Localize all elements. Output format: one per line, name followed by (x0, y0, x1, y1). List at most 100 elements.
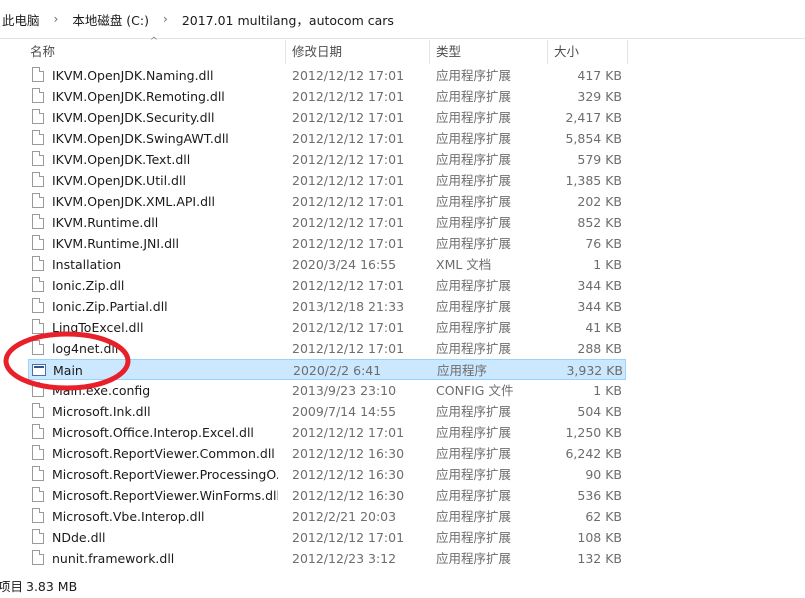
file-type: 应用程序扩展 (436, 278, 512, 293)
dll-file-icon: dll-file-icon (32, 529, 44, 544)
file-date: 2013/9/23 23:10 (292, 383, 397, 398)
file-type: 应用程序扩展 (436, 152, 512, 167)
file-size: 76 KB (585, 236, 622, 251)
file-type: 应用程序扩展 (436, 530, 512, 545)
file-type: 应用程序扩展 (436, 446, 512, 461)
file-size: 3,932 KB (566, 363, 623, 378)
file-row[interactable]: dll-file-icon IKVM.OpenJDK.XML.API.dll 201… (28, 191, 626, 212)
file-name: Main (53, 363, 83, 378)
file-row[interactable]: application-icon Main 2020/2/2 6:41 应用程序 3,9… (28, 359, 626, 380)
file-size: 62 KB (585, 509, 622, 524)
file-type: 应用程序扩展 (436, 320, 512, 335)
file-row[interactable]: config-file-icon Main.exe.config 2013/9/23… (28, 380, 626, 401)
file-name: Installation (52, 257, 122, 272)
file-date: 2012/12/12 17:01 (292, 215, 405, 230)
config-file-icon: config-file-icon (32, 382, 44, 397)
chevron-right-icon[interactable]: › (151, 12, 180, 26)
file-size: 344 KB (577, 299, 622, 314)
breadcrumb-local-disk[interactable]: 本地磁盘 (C:) (70, 10, 151, 29)
file-name: IKVM.OpenJDK.Remoting.dll (52, 89, 225, 104)
file-row[interactable]: dll-file-icon Microsoft.ReportViewer.Comm… (28, 443, 626, 464)
file-row[interactable]: dll-file-icon Ionic.Zip.dll 2012/12/12 17:… (28, 275, 626, 296)
file-name: log4net.dll (52, 341, 119, 356)
file-name: IKVM.OpenJDK.SwingAWT.dll (52, 131, 229, 146)
dll-file-icon: dll-file-icon (32, 214, 44, 229)
file-size: 579 KB (577, 152, 622, 167)
file-type: 应用程序扩展 (436, 341, 512, 356)
file-size: 417 KB (577, 68, 622, 83)
file-date: 2012/12/12 17:01 (292, 131, 405, 146)
file-type: 应用程序扩展 (436, 215, 512, 230)
status-selection-size: 3.83 MB (26, 579, 78, 594)
dll-file-icon: dll-file-icon (32, 466, 44, 481)
xml-file-icon: xml-file-icon (32, 256, 44, 271)
file-size: 202 KB (577, 194, 622, 209)
file-size: 1,385 KB (565, 173, 622, 188)
file-row[interactable]: dll-file-icon Microsoft.ReportViewer.WinF… (28, 485, 626, 506)
file-size: 108 KB (577, 530, 622, 545)
file-row[interactable]: dll-file-icon IKVM.OpenJDK.Remoting.dll 20… (28, 86, 626, 107)
column-header-size[interactable]: 大小 (548, 40, 628, 64)
dll-file-icon: dll-file-icon (32, 109, 44, 124)
dll-file-icon: dll-file-icon (32, 487, 44, 502)
file-type: 应用程序 (437, 363, 488, 378)
file-size: 329 KB (577, 89, 622, 104)
file-row[interactable]: dll-file-icon LinqToExcel.dll 2012/12/12 1… (28, 317, 626, 338)
file-date: 2012/12/12 17:01 (292, 152, 405, 167)
file-date: 2012/12/12 17:01 (292, 530, 405, 545)
file-row[interactable]: dll-file-icon IKVM.Runtime.dll 2012/12/12 … (28, 212, 626, 233)
file-row[interactable]: dll-file-icon Ionic.Zip.Partial.dll 2013/1… (28, 296, 626, 317)
column-header-type[interactable]: 类型 (430, 40, 548, 64)
file-size: 5,854 KB (565, 131, 622, 146)
application-icon: application-icon (32, 364, 46, 376)
file-row[interactable]: dll-file-icon IKVM.OpenJDK.Security.dll 20… (28, 107, 626, 128)
dll-file-icon: dll-file-icon (32, 193, 44, 208)
file-row[interactable]: dll-file-icon IKVM.OpenJDK.Naming.dll 2012… (28, 65, 626, 86)
file-date: 2020/2/2 6:41 (293, 363, 382, 378)
file-name: IKVM.Runtime.JNI.dll (52, 236, 179, 251)
file-row[interactable]: dll-file-icon Microsoft.Office.Interop.Ex… (28, 422, 626, 443)
file-size: 2,417 KB (565, 110, 622, 125)
file-type: 应用程序扩展 (436, 509, 512, 524)
file-type: 应用程序扩展 (436, 194, 512, 209)
dll-file-icon: dll-file-icon (32, 445, 44, 460)
file-size: 1 KB (593, 383, 622, 398)
file-size: 536 KB (577, 488, 622, 503)
dll-file-icon: dll-file-icon (32, 340, 44, 355)
chevron-right-icon[interactable]: › (42, 12, 71, 26)
file-row[interactable]: dll-file-icon Microsoft.Ink.dll 2009/7/14 … (28, 401, 626, 422)
file-row[interactable]: dll-file-icon IKVM.Runtime.JNI.dll 2012/12… (28, 233, 626, 254)
file-name: Microsoft.ReportViewer.WinForms.dll (52, 488, 278, 503)
file-row[interactable]: dll-file-icon IKVM.OpenJDK.Util.dll 2012/1… (28, 170, 626, 191)
file-size: 288 KB (577, 341, 622, 356)
file-row[interactable]: dll-file-icon Microsoft.ReportViewer.Proc… (28, 464, 626, 485)
file-row[interactable]: dll-file-icon log4net.dll 2012/12/12 17:01… (28, 338, 626, 359)
file-row[interactable]: dll-file-icon nunit.framework.dll 2012/12/… (28, 548, 626, 569)
address-bar[interactable]: 此电脑 › 本地磁盘 (C:) › 2017.01 multilang，auto… (0, 0, 805, 39)
file-name: Microsoft.Office.Interop.Excel.dll (52, 425, 254, 440)
file-size: 1,250 KB (565, 425, 622, 440)
file-type: 应用程序扩展 (436, 68, 512, 83)
breadcrumb-current-folder[interactable]: 2017.01 multilang，autocom cars (180, 10, 396, 29)
column-header-date[interactable]: 修改日期 (286, 40, 430, 64)
status-bar: 项目 3.83 MB (0, 576, 805, 598)
file-row[interactable]: dll-file-icon Microsoft.Vbe.Interop.dll 20… (28, 506, 626, 527)
file-row[interactable]: dll-file-icon IKVM.OpenJDK.Text.dll 2012/1… (28, 149, 626, 170)
file-type: 应用程序扩展 (436, 299, 512, 314)
file-name: Microsoft.ReportViewer.ProcessingO... (52, 467, 278, 482)
file-name: Ionic.Zip.dll (52, 278, 125, 293)
file-name: IKVM.OpenJDK.Security.dll (52, 110, 215, 125)
dll-file-icon: dll-file-icon (32, 151, 44, 166)
file-name: IKVM.OpenJDK.Text.dll (52, 152, 191, 167)
file-name: NDde.dll (52, 530, 106, 545)
file-row[interactable]: dll-file-icon NDde.dll 2012/12/12 17:01 应用程… (28, 527, 626, 548)
file-type: 应用程序扩展 (436, 110, 512, 125)
file-row[interactable]: xml-file-icon Installation 2020/3/24 16:55… (28, 254, 626, 275)
file-date: 2012/12/23 3:12 (292, 551, 397, 566)
file-type: 应用程序扩展 (436, 173, 512, 188)
column-header-name[interactable]: 名称 (24, 40, 286, 64)
breadcrumb-this-pc[interactable]: 此电脑 (0, 10, 42, 29)
file-size: 344 KB (577, 278, 622, 293)
file-size: 504 KB (577, 404, 622, 419)
file-row[interactable]: dll-file-icon IKVM.OpenJDK.SwingAWT.dll 20… (28, 128, 626, 149)
